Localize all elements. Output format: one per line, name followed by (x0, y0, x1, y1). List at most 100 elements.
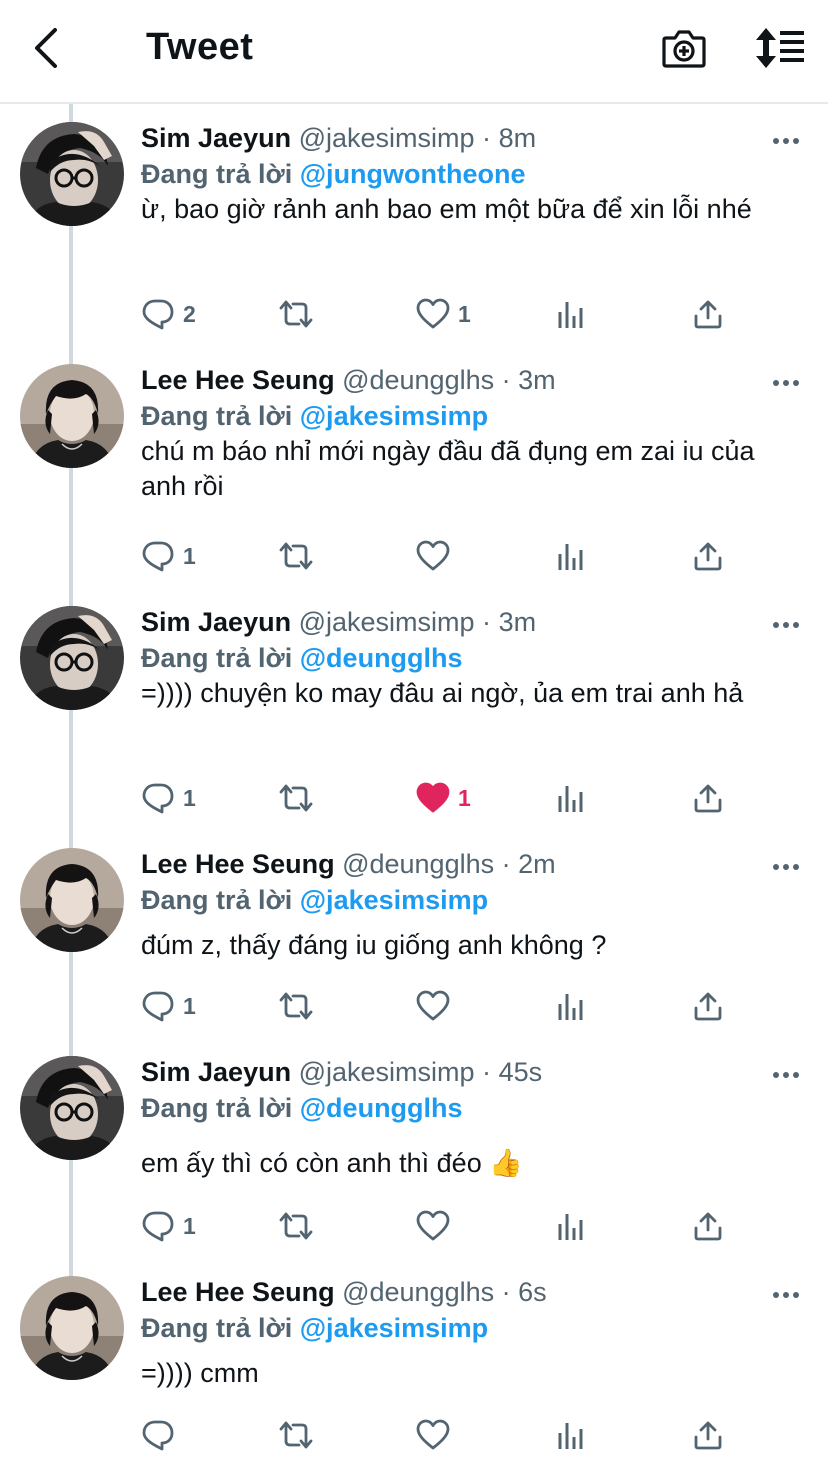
timestamp[interactable]: 3m (518, 365, 556, 395)
heart-icon (416, 298, 450, 329)
user-handle[interactable]: @deungglhs (342, 849, 494, 879)
more-icon (771, 131, 801, 149)
display-name[interactable]: Sim Jaeyun (141, 123, 291, 153)
timestamp[interactable]: 45s (499, 1057, 543, 1087)
reply-button[interactable]: 1 (141, 778, 196, 818)
reply-count: 1 (183, 784, 196, 811)
avatar[interactable] (20, 122, 124, 226)
analytics-button[interactable] (556, 986, 586, 1026)
more-button[interactable] (766, 614, 806, 634)
tweet-header: Sim Jaeyun @jakesimsimp · 3m (141, 606, 536, 638)
heart-icon (416, 782, 450, 813)
like-button[interactable] (416, 1415, 458, 1455)
analytics-button[interactable] (556, 536, 586, 576)
like-button-active[interactable]: 1 (416, 778, 471, 818)
display-name[interactable]: Sim Jaeyun (141, 607, 291, 637)
user-handle[interactable]: @deungglhs (342, 365, 494, 395)
like-button[interactable] (416, 1206, 458, 1246)
share-button[interactable] (692, 986, 724, 1026)
reply-button[interactable]: 1 (141, 1206, 196, 1246)
user-handle[interactable]: @jakesimsimp (299, 607, 475, 637)
replying-to: Đang trả lời @deungglhs (141, 642, 463, 674)
share-button[interactable] (692, 294, 724, 334)
reply-count: 1 (183, 1212, 196, 1239)
avatar[interactable] (20, 606, 124, 710)
analytics-icon (558, 786, 583, 812)
share-button[interactable] (692, 1415, 724, 1455)
add-photo-button[interactable] (660, 26, 708, 72)
reply-mention-link[interactable]: @deungglhs (300, 643, 463, 673)
more-button[interactable] (766, 856, 806, 876)
sort-replies-button[interactable] (752, 26, 806, 70)
like-count: 1 (458, 300, 471, 327)
avatar[interactable] (20, 848, 124, 952)
analytics-button[interactable] (556, 1415, 586, 1455)
analytics-button[interactable] (556, 294, 586, 334)
retweet-button[interactable] (277, 1415, 323, 1455)
like-button[interactable] (416, 986, 458, 1026)
action-bar: 1 (0, 1206, 828, 1246)
display-name[interactable]: Lee Hee Seung (141, 1277, 335, 1307)
avatar[interactable] (20, 364, 124, 468)
replying-to: Đang trả lời @jakesimsimp (141, 884, 488, 916)
analytics-icon (558, 1423, 583, 1449)
user-handle[interactable]: @jakesimsimp (299, 1057, 475, 1087)
tweet-text: =)))) cmm (141, 1358, 259, 1388)
reply-button[interactable]: 1 (141, 986, 196, 1026)
share-icon (694, 784, 722, 813)
replying-label: Đang trả lời (141, 643, 293, 673)
reply-button[interactable]: 1 (141, 536, 196, 576)
more-button[interactable] (766, 372, 806, 392)
analytics-button[interactable] (556, 778, 586, 818)
back-button[interactable] (26, 24, 66, 72)
retweet-button[interactable] (277, 1206, 323, 1246)
more-button[interactable] (766, 1284, 806, 1304)
retweet-button[interactable] (277, 778, 323, 818)
reply-mention-link[interactable]: @jungwontheone (300, 159, 526, 189)
replying-to: Đang trả lời @jungwontheone (141, 158, 526, 190)
retweet-icon (279, 542, 313, 570)
avatar[interactable] (20, 1276, 124, 1380)
user-handle[interactable]: @jakesimsimp (299, 123, 475, 153)
analytics-icon (558, 544, 583, 570)
reply-mention-link[interactable]: @deungglhs (300, 1093, 463, 1123)
reply-button[interactable] (141, 1415, 183, 1455)
user-handle[interactable]: @deungglhs (342, 1277, 494, 1307)
display-name[interactable]: Sim Jaeyun (141, 1057, 291, 1087)
reply-icon (142, 541, 174, 572)
share-icon (694, 992, 722, 1021)
tweet-text: =)))) chuyện ko may đâu ai ngờ, ủa em tr… (141, 678, 744, 708)
page-title: Tweet (146, 26, 254, 68)
share-button[interactable] (692, 536, 724, 576)
retweet-button[interactable] (277, 986, 323, 1026)
tweet-text: em ấy thì có còn anh thì đéo 👍 (141, 1148, 523, 1178)
retweet-icon (279, 300, 313, 328)
avatar[interactable] (20, 1056, 124, 1160)
reply-mention-link[interactable]: @jakesimsimp (300, 885, 488, 915)
share-button[interactable] (692, 1206, 724, 1246)
retweet-button[interactable] (277, 294, 323, 334)
tweet-text: ừ, bao giờ rảnh anh bao em một bữa để xi… (141, 194, 752, 224)
timestamp[interactable]: 2m (518, 849, 556, 879)
action-bar: 1 (0, 536, 828, 576)
more-button[interactable] (766, 130, 806, 150)
reply-mention-link[interactable]: @jakesimsimp (300, 1313, 488, 1343)
heart-icon (416, 990, 450, 1021)
timestamp[interactable]: 8m (499, 123, 537, 153)
like-button[interactable] (416, 536, 458, 576)
like-button[interactable]: 1 (416, 294, 471, 334)
reply-button[interactable]: 2 (141, 294, 196, 334)
retweet-button[interactable] (277, 536, 323, 576)
timestamp[interactable]: 6s (518, 1277, 547, 1307)
timestamp[interactable]: 3m (499, 607, 537, 637)
reply-mention-link[interactable]: @jakesimsimp (300, 401, 488, 431)
display-name[interactable]: Lee Hee Seung (141, 365, 335, 395)
replying-label: Đang trả lời (141, 885, 293, 915)
reply-count: 1 (183, 992, 196, 1019)
share-button[interactable] (692, 778, 724, 818)
separator-dot: · (501, 849, 511, 879)
display-name[interactable]: Lee Hee Seung (141, 849, 335, 879)
back-arrow-icon (35, 28, 57, 68)
more-button[interactable] (766, 1064, 806, 1084)
analytics-button[interactable] (556, 1206, 586, 1246)
